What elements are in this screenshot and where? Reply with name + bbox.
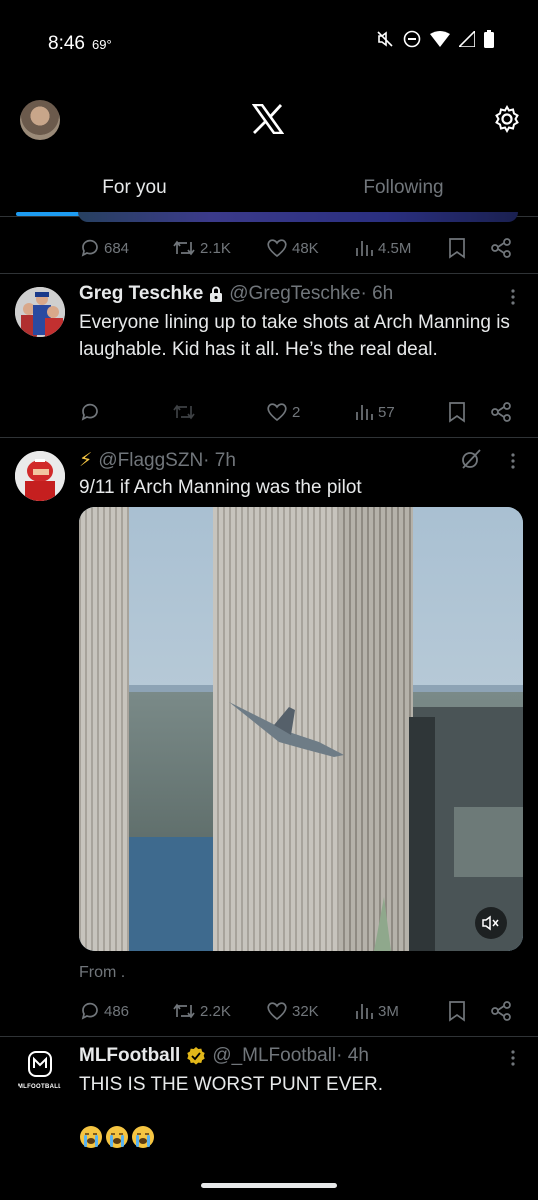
repost-count: 2.2K [200, 1002, 231, 1020]
heart-icon [267, 239, 287, 258]
views-icon [356, 241, 373, 256]
bookmark-icon[interactable] [448, 234, 466, 262]
like-count: 48K [292, 239, 319, 257]
mlfootball-logo [28, 1051, 52, 1077]
verified-badge-icon [187, 1047, 206, 1065]
video-source[interactable]: From . [79, 964, 125, 982]
repost-count: 2.1K [200, 239, 231, 257]
reply-icon [81, 403, 98, 421]
view-count: 3M [378, 1002, 399, 1020]
handle[interactable]: @FlaggSZN [98, 450, 203, 472]
bookmark-icon[interactable] [448, 398, 466, 426]
timestamp[interactable]: · 6h [361, 283, 394, 305]
prev-tweet-media-peek[interactable] [78, 212, 518, 222]
tab-following[interactable]: Following [269, 164, 538, 218]
tweet-actions: 486 2.2K 32K 3M [78, 997, 518, 1025]
muted-speaker-icon [482, 915, 499, 931]
crying-emoji-row [79, 1125, 155, 1149]
reply-count: 486 [104, 1002, 130, 1020]
handle[interactable]: @GregTeschke [229, 283, 360, 305]
views-button[interactable]: 57 [354, 398, 395, 426]
repost-button[interactable]: 2.2K [172, 997, 231, 1025]
display-name[interactable]: Greg Teschke [79, 283, 203, 305]
status-bar: 8:46 69° [0, 0, 538, 84]
lock-icon [210, 286, 223, 302]
reply-icon [81, 239, 98, 257]
like-button[interactable]: 48K [266, 234, 319, 262]
views-button[interactable]: 3M [354, 997, 399, 1025]
tweet-divider [0, 437, 538, 438]
profile-avatar[interactable] [20, 100, 60, 140]
logo-caption: MLFOOTBALL [17, 1084, 63, 1090]
like-button[interactable]: 32K [266, 997, 319, 1025]
x-logo-icon[interactable] [252, 104, 284, 134]
heart-icon [267, 1002, 287, 1021]
prev-tweet-actions: 684 2.1K 48K 4.5M [78, 234, 518, 262]
reply-button[interactable]: 684 [80, 234, 129, 262]
views-icon [356, 405, 373, 420]
tab-for-you[interactable]: For you [0, 164, 269, 218]
loudly-crying-face-icon [80, 1126, 102, 1148]
more-options-icon[interactable] [505, 288, 521, 306]
gear-icon[interactable] [492, 104, 522, 134]
more-options-icon[interactable] [505, 1049, 521, 1067]
loudly-crying-face-icon [106, 1126, 128, 1148]
loudly-crying-face-icon [132, 1126, 154, 1148]
repost-button[interactable]: 2.1K [172, 234, 231, 262]
like-count: 32K [292, 1002, 319, 1020]
display-name[interactable]: MLFootball [79, 1045, 180, 1067]
tweet-header: Greg Teschke @GregTeschke · 6h [79, 283, 393, 305]
reply-button[interactable]: 486 [80, 997, 129, 1025]
like-button[interactable]: 2 [266, 398, 300, 426]
tweet-video[interactable] [79, 507, 523, 951]
tweet-text: 9/11 if Arch Manning was the pilot [79, 477, 362, 498]
tweet-divider [0, 1036, 538, 1037]
like-count: 2 [292, 403, 301, 421]
timestamp[interactable]: · 7h [203, 450, 236, 472]
avatar[interactable] [15, 451, 65, 501]
tweet-header: MLFootball @_MLFootball · 4h [79, 1045, 369, 1067]
top-header: For you Following [0, 84, 538, 218]
status-icons [376, 30, 494, 48]
temperature: 69° [92, 37, 112, 52]
reply-button[interactable] [80, 398, 104, 426]
view-count: 4.5M [378, 239, 412, 257]
share-icon[interactable] [490, 234, 512, 262]
dnd-icon [403, 30, 421, 48]
unmute-button[interactable] [475, 907, 507, 939]
clock: 8:46 [48, 33, 85, 54]
more-options-icon[interactable] [505, 452, 521, 470]
avatar[interactable] [15, 287, 65, 337]
tweet-text: Everyone lining up to take shots at Arch… [79, 312, 510, 360]
share-icon[interactable] [490, 398, 512, 426]
views-icon [356, 1004, 373, 1019]
share-icon[interactable] [490, 997, 512, 1025]
tweet-divider [0, 273, 538, 274]
handle[interactable]: @_MLFootball [212, 1045, 336, 1067]
reply-icon [81, 1002, 98, 1020]
reply-count: 684 [104, 239, 130, 257]
bookmark-icon[interactable] [448, 997, 466, 1025]
repost-icon [173, 240, 195, 256]
grok-icon[interactable] [460, 448, 482, 470]
tweet-actions: 2 57 [78, 398, 518, 426]
tweet-header: ⚡ @FlaggSZN · 7h [79, 449, 236, 472]
repost-button[interactable] [172, 398, 200, 426]
avatar[interactable]: MLFOOTBALL [15, 1048, 65, 1098]
display-name[interactable]: ⚡ [79, 449, 92, 472]
timeline-tabs: For you Following [0, 164, 538, 218]
mute-icon [377, 31, 393, 47]
home-indicator[interactable] [201, 1183, 337, 1188]
battery-icon [484, 30, 494, 48]
wifi-icon [430, 31, 450, 47]
repost-icon [173, 404, 195, 420]
views-button[interactable]: 4.5M [354, 234, 411, 262]
heart-icon [267, 403, 287, 422]
signal-icon [459, 31, 475, 47]
timestamp[interactable]: · 4h [336, 1045, 369, 1067]
tweet-text: THIS IS THE WORST PUNT EVER. [79, 1074, 384, 1095]
view-count: 57 [378, 403, 395, 421]
repost-icon [173, 1003, 195, 1019]
video-frame [79, 507, 523, 951]
